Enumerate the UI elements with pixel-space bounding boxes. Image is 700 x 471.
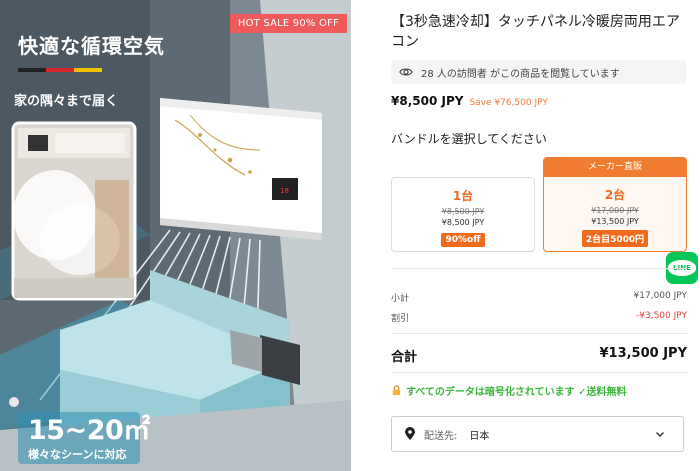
- coverage-area-caption: 様々なシーンに対応: [28, 448, 127, 461]
- bundle-label: バンドルを選択してください: [391, 132, 547, 146]
- bundle-deal-badge: 90%off: [441, 233, 485, 247]
- lock-icon: [392, 385, 401, 396]
- bundle-qty: 2台: [604, 188, 626, 202]
- price-row: ¥8,500 JPY Save ¥76,500 JPY: [391, 94, 548, 108]
- shipping-destination-select[interactable]: 配送先: 日本: [391, 416, 684, 452]
- svg-text:18: 18: [280, 187, 289, 195]
- flag-stripe-red: [46, 68, 74, 72]
- subtotal-row: 小計 ¥17,000 JPY: [391, 291, 687, 304]
- coverage-area-value: 15~20㎡: [28, 415, 150, 446]
- bundle-old-price: ¥17,000 JPY: [591, 206, 639, 215]
- bundle-option-2[interactable]: メーカー直販 2台 ¥17,000 JPY ¥13,500 JPY 2台目500…: [543, 157, 687, 252]
- bundle-old-price: ¥8,500 JPY: [441, 207, 485, 216]
- chevron-down-icon: [656, 432, 664, 437]
- bundle-new-price: ¥13,500 JPY: [591, 217, 639, 226]
- shipping-label: 配送先:: [424, 430, 458, 442]
- save-amount: Save ¥76,500 JPY: [469, 98, 548, 108]
- current-price: ¥8,500 JPY: [391, 94, 464, 108]
- subtotal-value: ¥17,000 JPY: [633, 291, 687, 301]
- coverage-area: 15~20㎡ 様々なシーンに対応: [28, 416, 150, 462]
- bundle-header-badge: メーカー直販: [544, 158, 686, 177]
- viewer-count-notice: 28 人の訪問者 がこの商品を閲覧しています: [391, 60, 686, 84]
- divider: [391, 268, 687, 269]
- bundle-new-price: ¥8,500 JPY: [441, 218, 485, 227]
- discount-value: -¥3,500 JPY: [636, 311, 687, 321]
- subtotal-label: 小計: [391, 294, 410, 304]
- shipping-value: 日本: [469, 430, 490, 442]
- product-image[interactable]: 18 HOT SALE 90% OFF 快適な循環空気 家の隅々まで届く 15~…: [0, 0, 351, 471]
- bundle-option-1[interactable]: 1台 ¥8,500 JPY ¥8,500 JPY 90%off: [391, 177, 535, 252]
- flag-stripe-gold: [74, 68, 102, 72]
- hot-sale-badge: HOT SALE 90% OFF: [229, 14, 347, 33]
- discount-label: 割引: [391, 314, 410, 324]
- eye-icon: [399, 68, 413, 76]
- total-row: 合計 ¥13,500 JPY: [391, 346, 687, 365]
- location-pin-icon: [405, 427, 415, 440]
- bundle-qty: 1台: [452, 189, 474, 203]
- viewer-count-text: 28 人の訪問者 がこの商品を閲覧しています: [421, 68, 620, 80]
- product-title: 【3秒急速冷却】タッチパネル冷暖房両用エアコン: [391, 14, 680, 50]
- divider: [391, 333, 687, 334]
- secure-notice-text: すべてのデータは暗号化されています ✓送料無料: [406, 387, 627, 398]
- image-subline: 家の隅々まで届く: [14, 94, 119, 109]
- flag-stripe-black: [18, 68, 46, 72]
- inset-photo: [11, 121, 137, 301]
- air-conditioner-unit: 18: [160, 98, 322, 240]
- total-label: 合計: [391, 350, 418, 365]
- bundle-deal-badge: 2台目5000円: [581, 230, 649, 247]
- flag-bar: [18, 68, 102, 72]
- discount-row: 割引 -¥3,500 JPY: [391, 311, 687, 324]
- divider: [391, 372, 687, 373]
- secure-notice: すべてのデータは暗号化されています ✓送料無料: [391, 383, 626, 398]
- total-value: ¥13,500 JPY: [599, 346, 687, 361]
- image-headline: 快適な循環空気: [18, 34, 165, 58]
- product-info-panel: 【3秒急速冷却】タッチパネル冷暖房両用エアコン 28 人の訪問者 がこの商品を閲…: [391, 0, 698, 471]
